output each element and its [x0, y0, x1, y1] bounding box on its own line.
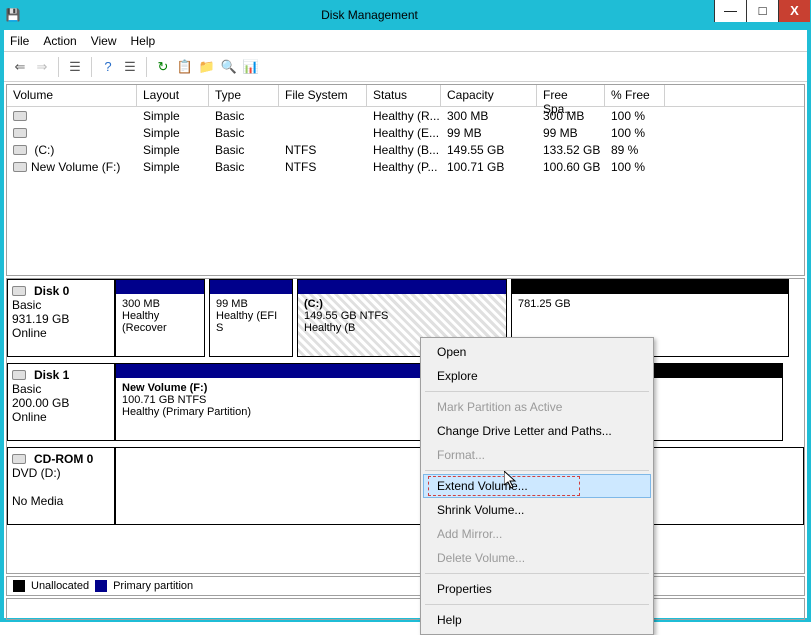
- col-volume[interactable]: Volume: [7, 85, 137, 106]
- disk-map: Disk 0Basic931.19 GBOnline300 MBHealthy …: [6, 278, 805, 574]
- disk-row: Disk 0Basic931.19 GBOnline300 MBHealthy …: [7, 279, 804, 357]
- disk-row: Disk 1Basic200.00 GBOnlineNew Volume (F:…: [7, 363, 804, 441]
- menu-file[interactable]: File: [10, 34, 29, 48]
- partition[interactable]: 300 MBHealthy (Recover: [115, 279, 205, 357]
- legend: Unallocated Primary partition: [6, 576, 805, 596]
- menu-help[interactable]: Help: [131, 34, 156, 48]
- ctx-change-letter[interactable]: Change Drive Letter and Paths...: [423, 419, 651, 443]
- table-row[interactable]: New Volume (F:)SimpleBasicNTFSHealthy (P…: [7, 158, 804, 175]
- toolbar-icon-3[interactable]: 📋: [175, 57, 195, 77]
- toolbar-icon-4[interactable]: 📁: [197, 57, 217, 77]
- window-title: Disk Management: [25, 8, 714, 22]
- refresh-icon[interactable]: ↻: [153, 57, 173, 77]
- volume-table: Volume Layout Type File System Status Ca…: [6, 84, 805, 276]
- table-row[interactable]: SimpleBasicHealthy (E...99 MB99 MB100 %: [7, 124, 804, 141]
- table-header: Volume Layout Type File System Status Ca…: [7, 85, 804, 107]
- ctx-help[interactable]: Help: [423, 608, 651, 632]
- ctx-extend-volume[interactable]: Extend Volume...: [423, 474, 651, 498]
- ctx-properties[interactable]: Properties: [423, 577, 651, 601]
- toolbar-icon-1[interactable]: ☰: [65, 57, 85, 77]
- ctx-shrink-volume[interactable]: Shrink Volume...: [423, 498, 651, 522]
- disk-info[interactable]: Disk 0Basic931.19 GBOnline: [7, 279, 115, 357]
- col-free[interactable]: Free Spa...: [537, 85, 605, 106]
- status-bar: [6, 598, 805, 620]
- app-icon: 💾: [1, 8, 25, 22]
- menu-action[interactable]: Action: [43, 34, 76, 48]
- title-bar: 💾 Disk Management — □ X: [0, 0, 811, 30]
- partition[interactable]: 99 MBHealthy (EFI S: [209, 279, 293, 357]
- col-pct[interactable]: % Free: [605, 85, 665, 106]
- help-icon[interactable]: ?: [98, 57, 118, 77]
- ctx-open[interactable]: Open: [423, 340, 651, 364]
- ctx-delete-volume: Delete Volume...: [423, 546, 651, 570]
- toolbar-icon-5[interactable]: 🔍: [219, 57, 239, 77]
- col-capacity[interactable]: Capacity: [441, 85, 537, 106]
- menu-bar: File Action View Help: [4, 30, 807, 52]
- disk-info[interactable]: Disk 1Basic200.00 GBOnline: [7, 363, 115, 441]
- cursor-icon: [504, 471, 520, 496]
- minimize-button[interactable]: —: [714, 0, 746, 22]
- col-fs[interactable]: File System: [279, 85, 367, 106]
- col-type[interactable]: Type: [209, 85, 279, 106]
- context-menu: Open Explore Mark Partition as Active Ch…: [420, 337, 654, 635]
- ctx-explore[interactable]: Explore: [423, 364, 651, 388]
- ctx-mark-active: Mark Partition as Active: [423, 395, 651, 419]
- ctx-add-mirror: Add Mirror...: [423, 522, 651, 546]
- maximize-button[interactable]: □: [746, 0, 778, 22]
- ctx-format: Format...: [423, 443, 651, 467]
- toolbar-icon-6[interactable]: 📊: [241, 57, 261, 77]
- table-row[interactable]: (C:)SimpleBasicNTFSHealthy (B...149.55 G…: [7, 141, 804, 158]
- menu-view[interactable]: View: [91, 34, 117, 48]
- col-layout[interactable]: Layout: [137, 85, 209, 106]
- back-icon[interactable]: ⇐: [10, 57, 30, 77]
- disk-info[interactable]: CD-ROM 0DVD (D:)No Media: [7, 447, 115, 525]
- table-row[interactable]: SimpleBasicHealthy (R...300 MB300 MB100 …: [7, 107, 804, 124]
- toolbar-icon-2[interactable]: ☰: [120, 57, 140, 77]
- toolbar: ⇐ ⇒ ☰ ? ☰ ↻ 📋 📁 🔍 📊: [4, 52, 807, 82]
- legend-primary: Primary partition: [113, 580, 193, 592]
- disk-row: CD-ROM 0DVD (D:)No Media: [7, 447, 804, 525]
- col-status[interactable]: Status: [367, 85, 441, 106]
- close-button[interactable]: X: [778, 0, 810, 22]
- forward-icon[interactable]: ⇒: [32, 57, 52, 77]
- legend-unalloc: Unallocated: [31, 580, 89, 592]
